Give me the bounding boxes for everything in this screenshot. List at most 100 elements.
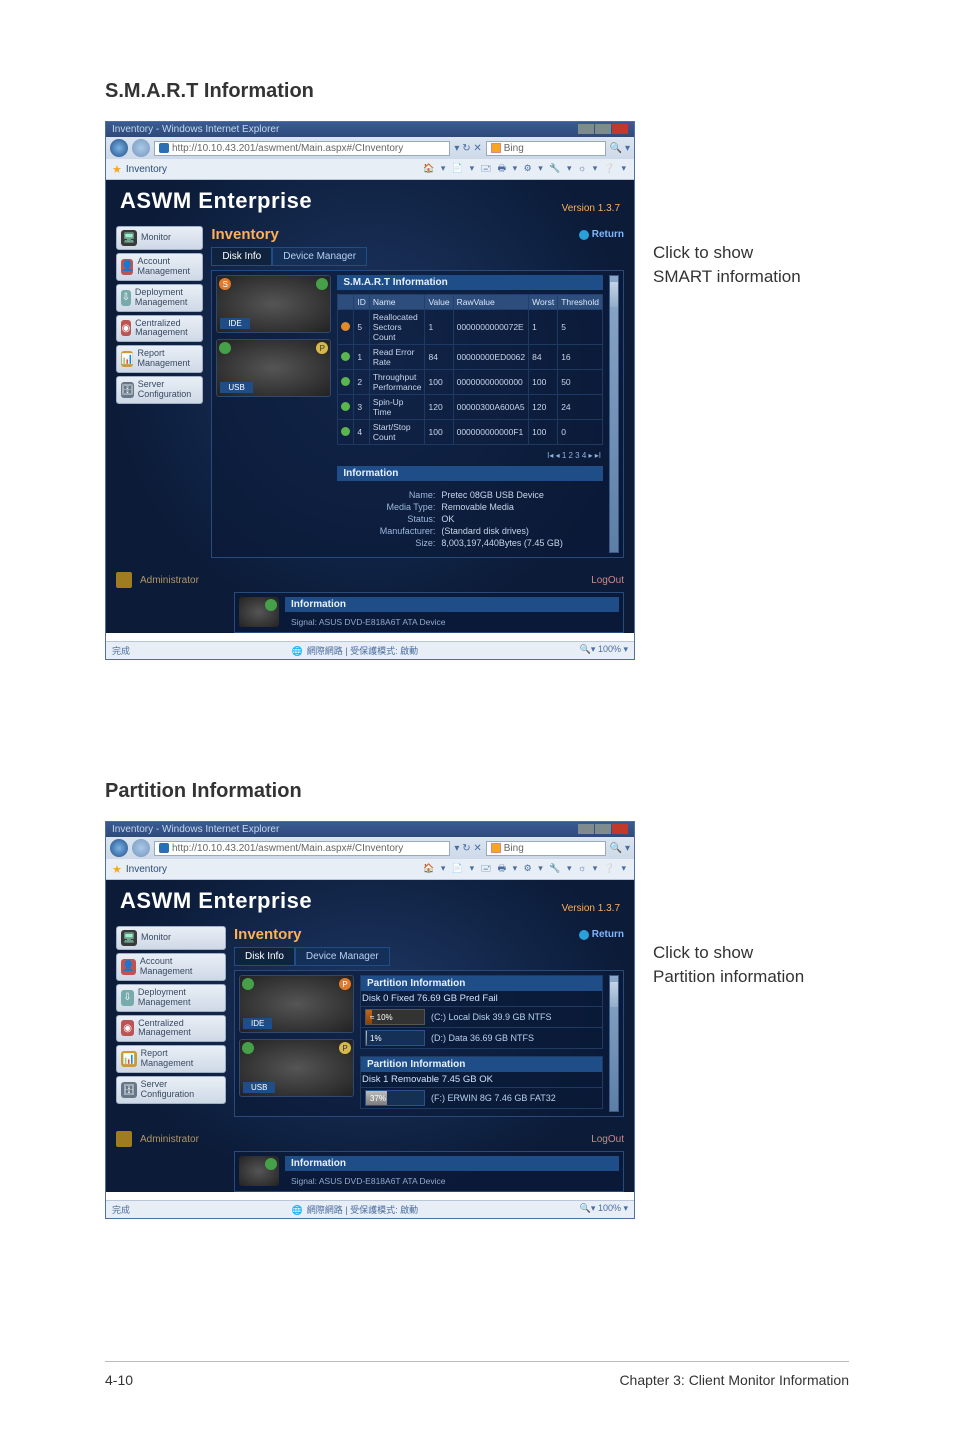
sidebar-item-server[interactable]: 🗄Server Configuration [116, 1076, 226, 1104]
browser-toolbar[interactable]: 🏠 ▾ 📄 ▾ 🖃 🖶 ▾ ⚙ ▾ 🔧 ▾ ☼ ▾ ❔ ▾ [423, 861, 628, 877]
cell-name: Read Error Rate [369, 345, 425, 370]
disk1-part-f-bar[interactable]: 37% [365, 1090, 425, 1106]
drive-usb[interactable]: P USB [239, 1039, 354, 1097]
return-link[interactable]: Return [579, 929, 624, 940]
badge-s-icon[interactable]: S [219, 278, 231, 290]
badge-icon [265, 1158, 277, 1170]
sidebar-item-monitor[interactable]: 🖥 Monitor [116, 226, 203, 250]
sidebar-item-centralized[interactable]: ◉Centralized Management [116, 1015, 226, 1043]
disk0-line: Disk 0 Fixed 76.69 GB Pred Fail [361, 991, 602, 1006]
table-row[interactable]: 4Start/Stop Count100000000000000F11000 [338, 420, 603, 445]
badge-p-icon: P [316, 342, 328, 354]
browser-done-label: 完成 [112, 1203, 130, 1216]
server-config-icon: 🗄 [121, 382, 134, 398]
cell-name: Spin-Up Time [369, 395, 425, 420]
browser-toolbar[interactable]: 🏠 ▾ 📄 ▾ 🖃 🖶 ▾ ⚙ ▾ 🔧 ▾ ☼ ▾ ❔ ▾ [423, 161, 628, 177]
forward-button[interactable] [132, 139, 150, 157]
search-box[interactable]: Bing [486, 141, 606, 156]
maximize-button[interactable] [595, 124, 611, 134]
favorites-icon[interactable]: ★ [112, 163, 122, 176]
smart-pager[interactable]: I◂ ◂ 1 2 3 4 ▸ ▸I [337, 449, 603, 462]
cell-threshold: 50 [558, 370, 603, 395]
zone-icon: 🌐 [292, 1205, 303, 1215]
sidebar: 🖥 Monitor 👤 Account Management ⇩ Deploym… [116, 226, 203, 558]
scrollbar[interactable] [609, 275, 619, 553]
sidebar-item-monitor[interactable]: 🖥Monitor [116, 926, 226, 950]
partition-section-title: Partition Information [361, 976, 602, 991]
report-icon: 📊 [121, 1051, 137, 1067]
return-link[interactable]: Return [579, 229, 624, 240]
status-dot-icon [341, 377, 350, 386]
badge-p-icon[interactable]: P [339, 978, 351, 990]
logout-link[interactable]: LogOut [591, 575, 624, 586]
tab-device-manager[interactable]: Device Manager [272, 247, 367, 266]
back-button[interactable] [110, 139, 128, 157]
smart-heading: S.M.A.R.T Information [105, 80, 849, 103]
info-media-label: Media Type: [343, 502, 435, 512]
sidebar-label: Deployment Management [135, 288, 198, 308]
cell-value: 120 [425, 395, 453, 420]
table-row[interactable]: 5Reallocated Sectors Count10000000000072… [338, 310, 603, 345]
address-bar[interactable]: http://10.10.43.201/aswment/Main.aspx#/C… [154, 841, 450, 856]
scrollbar[interactable] [609, 975, 619, 1112]
drive-ide[interactable]: S IDE [216, 275, 331, 333]
info-media: Removable Media [441, 502, 514, 512]
chapter-title: Chapter 3: Client Monitor Information [619, 1372, 849, 1388]
sidebar: 🖥Monitor 👤Account Management ⇩Deployment… [116, 926, 226, 1117]
search-provider: Bing [504, 143, 524, 154]
cell-value: 100 [425, 370, 453, 395]
app-version: Version 1.3.7 [562, 203, 620, 214]
col-threshold: Threshold [558, 295, 603, 310]
tab-device-manager[interactable]: Device Manager [295, 947, 390, 966]
back-button[interactable] [110, 839, 128, 857]
search-box[interactable]: Bing [486, 841, 606, 856]
sidebar-label: Centralized Management [135, 319, 198, 339]
dvd-info-title: Information [285, 1156, 619, 1171]
cell-id: 5 [354, 310, 370, 345]
close-button[interactable] [612, 824, 628, 834]
sidebar-item-server[interactable]: 🗄 Server Configuration [116, 376, 203, 404]
drive-ide[interactable]: P IDE [239, 975, 354, 1033]
zoom-level[interactable]: 🔍▾ 100% ▾ [580, 644, 628, 657]
zone-text: 網際網路 | 受保護模式: 啟動 [307, 646, 418, 656]
sidebar-item-account[interactable]: 👤 Account Management [116, 253, 203, 281]
favorites-icon[interactable]: ★ [112, 863, 122, 876]
badge-s-icon [242, 1042, 254, 1054]
disk0-part-d-bar[interactable]: 1% [365, 1030, 425, 1046]
sidebar-item-report[interactable]: 📊 Report Management [116, 345, 203, 373]
disk0-part-c-bar[interactable]: ≈ 10% [365, 1009, 425, 1025]
table-row[interactable]: 1Read Error Rate8400000000ED00628416 [338, 345, 603, 370]
maximize-button[interactable] [595, 824, 611, 834]
report-icon: 📊 [121, 351, 133, 367]
disk0-part-c-pct: ≈ 10% [370, 1013, 393, 1022]
address-bar[interactable]: http://10.10.43.201/aswment/Main.aspx#/C… [154, 141, 450, 156]
forward-button[interactable] [132, 839, 150, 857]
minimize-button[interactable] [578, 824, 594, 834]
tab-inventory[interactable]: Inventory [126, 164, 167, 175]
zoom-level[interactable]: 🔍▾ 100% ▾ [580, 1203, 628, 1216]
return-icon [579, 230, 589, 240]
partition-caption: Click to show Partition information [653, 941, 804, 989]
logout-link[interactable]: LogOut [591, 1134, 624, 1145]
disk1-part-f-pct: 37% [370, 1094, 386, 1103]
sidebar-item-deployment[interactable]: ⇩Deployment Management [116, 984, 226, 1012]
minimize-button[interactable] [578, 124, 594, 134]
sidebar-item-account[interactable]: 👤Account Management [116, 953, 226, 981]
table-row[interactable]: 3Spin-Up Time12000000300A600A512024 [338, 395, 603, 420]
close-button[interactable] [612, 124, 628, 134]
tab-disk-info[interactable]: Disk Info [211, 247, 272, 266]
sidebar-item-deployment[interactable]: ⇩ Deployment Management [116, 284, 203, 312]
sidebar-item-centralized[interactable]: ◉ Centralized Management [116, 315, 203, 343]
drive-usb[interactable]: P USB [216, 339, 331, 397]
sidebar-item-report[interactable]: 📊Report Management [116, 1045, 226, 1073]
cell-name: Reallocated Sectors Count [369, 310, 425, 345]
return-label: Return [592, 229, 624, 240]
admin-icon [116, 1131, 132, 1147]
cell-threshold: 24 [558, 395, 603, 420]
table-row[interactable]: 2Throughput Performance10000000000000000… [338, 370, 603, 395]
partition-screenshot: Inventory - Windows Internet Explorer ht… [105, 821, 635, 1219]
info-manu-label: Manufacturer: [343, 526, 435, 536]
cell-value: 100 [425, 420, 453, 445]
tab-disk-info[interactable]: Disk Info [234, 947, 295, 966]
tab-inventory[interactable]: Inventory [126, 864, 167, 875]
